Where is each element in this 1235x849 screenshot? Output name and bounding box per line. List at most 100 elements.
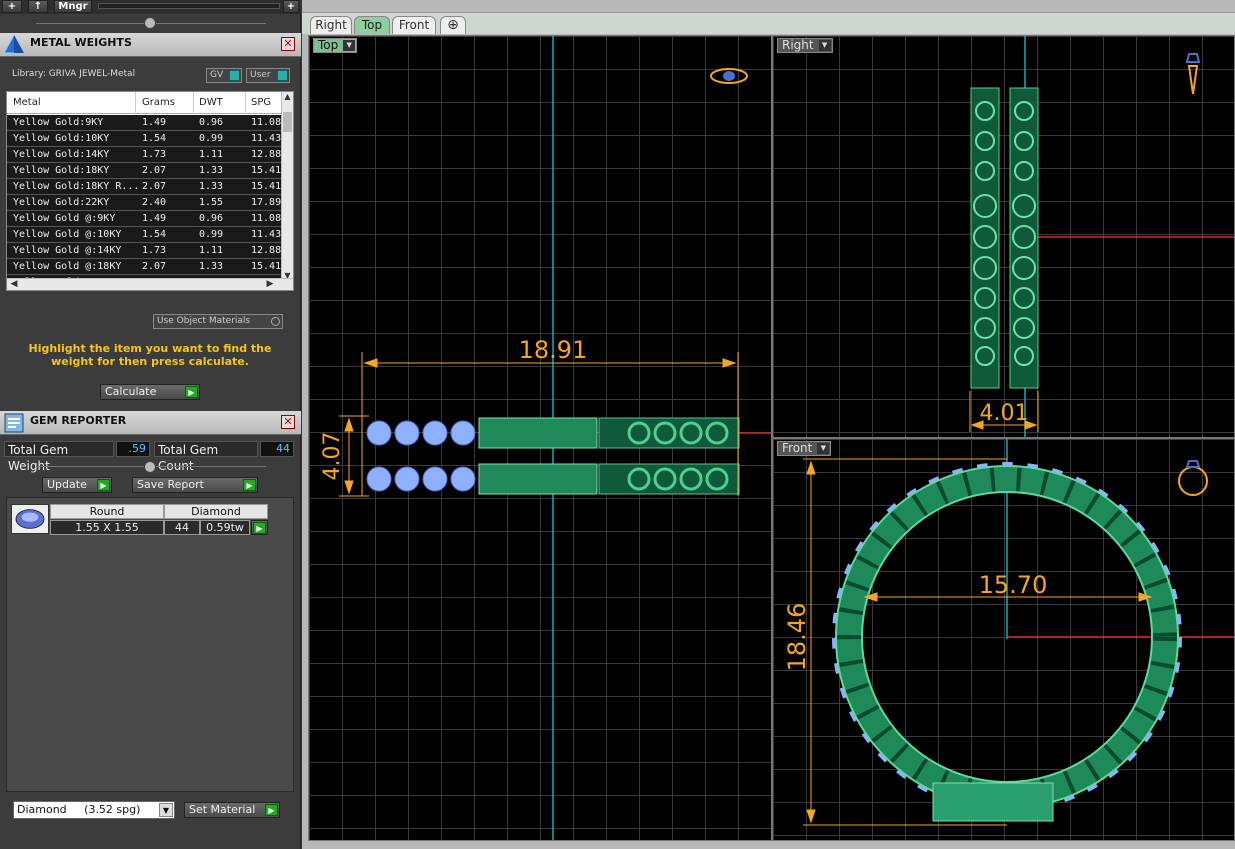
gem-count: 44 [164,520,200,535]
gem-thumbnail[interactable] [11,504,49,534]
gv-toggle[interactable]: GV [206,68,242,83]
table-cell: Yellow Gold:18KY R... [13,181,137,192]
tab-right[interactable]: Right [310,16,352,34]
metal-table-vscroll[interactable]: ▲ ▼ [281,92,293,281]
col-grams[interactable]: Grams [142,97,175,108]
close-icon[interactable]: ✕ [281,415,295,429]
front-gizmo-icon [1178,460,1208,496]
front-dim-height: 18.46 [783,603,811,672]
manager-button[interactable]: Mngr [54,0,92,13]
table-row[interactable]: Yellow Gold @:9KY 1.49 0.96 11.08 [7,211,285,227]
table-cell: 2.07 [142,165,167,176]
table-cell: Yellow Gold @:9KY [13,213,116,224]
gem-reporter-header: GEM REPORTER ✕ [0,411,301,435]
mini-toolbar: + ↑ Mngr + [0,0,301,14]
user-toggle-label: User [250,70,271,80]
total-gem-count-label: Total Gem Count [154,441,258,473]
col-spg[interactable]: SPG [251,97,271,108]
right-view-drawing: 4.01 [969,36,1234,437]
table-row[interactable]: Yellow Gold:10KY 1.54 0.99 11.43 [7,131,285,147]
table-row[interactable]: Yellow Gold:18KY 2.07 1.33 15.41 [7,163,285,179]
tab-front[interactable]: Front [392,16,436,34]
table-row[interactable]: Yellow Gold:22KY 2.40 1.55 17.89 [7,195,285,211]
calculate-button[interactable]: Calculate ▶ [100,384,200,400]
material-select[interactable]: Diamond (3.52 spg) ▼ [13,801,175,819]
gem-weight: 0.59tw [200,520,250,535]
gem-list: Round 1.55 X 1.55 Diamond 44 0.59tw ▶ [6,497,294,792]
table-cell: 11.43 [251,229,282,240]
table-cell: 1.54 [142,229,167,240]
table-cell: 1.54 [142,133,167,144]
user-toggle[interactable]: User [246,68,290,83]
table-cell: Yellow Gold:14KY [13,149,110,160]
table-cell: 0.99 [199,133,224,144]
pyramid-icon [3,34,25,54]
use-object-materials-option[interactable]: Use Object Materials [153,314,283,329]
table-cell: Yellow Gold:22KY [13,197,110,208]
table-cell: 15.41 [251,165,282,176]
tab-top[interactable]: Top [354,16,390,34]
set-material-label: Set Material [189,803,256,816]
table-cell: 11.08 [251,117,282,128]
gem-shape: Round [50,504,164,519]
table-cell: 1.49 [142,117,167,128]
table-cell: 0.99 [199,229,224,240]
splitter-knob-2[interactable] [144,461,156,473]
scroll-up-icon[interactable]: ▲ [283,92,292,102]
add-button-2[interactable]: + [283,0,299,13]
table-cell: Yellow Gold:9KY [13,117,104,128]
metal-table[interactable]: Metal Grams DWT SPG Yellow Gold:9KY 1.49 0… [6,91,294,291]
table-cell: 1.73 [142,245,167,256]
table-cell: 2.40 [142,197,167,208]
table-cell: 1.73 [142,149,167,160]
table-row[interactable]: Yellow Gold:14KY 1.73 1.11 12.88 [7,147,285,163]
scroll-right-icon[interactable]: ▶ [265,279,275,290]
play-icon: ▶ [243,479,256,491]
table-cell: Yellow Gold @:10KY [13,229,122,240]
table-row[interactable]: Yellow Gold @:18KY 2.07 1.33 15.41 [7,259,285,275]
table-cell: Yellow Gold @:14KY [13,245,122,256]
table-cell: 2.07 [142,261,167,272]
toolbar-slider[interactable] [98,3,280,9]
table-cell: 1.33 [199,181,224,192]
top-view-drawing: 18.91 4.07 [320,36,771,840]
table-cell: 12.88 [251,149,282,160]
metal-rows: Yellow Gold:9KY 1.49 0.96 11.08 Yellow Gold:… [7,115,285,290]
up-button[interactable]: ↑ [28,0,48,13]
save-report-button[interactable]: Save Report ▶ [132,477,258,493]
update-button[interactable]: Update ▶ [42,477,112,493]
table-row[interactable]: Yellow Gold:18KY R... 2.07 1.33 15.41 [7,179,285,195]
close-icon[interactable]: ✕ [281,37,295,51]
front-viewport[interactable]: Front ▼ 15.70 18.46 [772,438,1235,841]
scroll-left-icon[interactable]: ◀ [9,279,19,290]
set-material-button[interactable]: Set Material ▶ [184,802,280,818]
table-cell: 1.33 [199,261,224,272]
right-dim-width: 4.01 [980,401,1029,426]
radio-icon[interactable] [271,317,280,326]
total-gem-weight-value: .59 [116,441,150,457]
front-dim-inner: 15.70 [979,571,1048,599]
calculate-hint: Highlight the item you want to find the … [28,342,272,368]
right-viewport[interactable]: Right ▼ 4.01 [772,35,1235,438]
gem-row-go-button[interactable]: ▶ [251,520,268,535]
top-dim-height: 4.07 [320,432,345,481]
table-cell: 11.08 [251,213,282,224]
table-cell: Yellow Gold:18KY [13,165,110,176]
viewport-area: Right Top Front ⊕ Top ▼ 18.91 4.07 Right… [302,0,1235,849]
splitter-knob[interactable] [144,17,156,29]
table-row[interactable]: Yellow Gold @:10KY 1.54 0.99 11.43 [7,227,285,243]
table-cell: Yellow Gold:10KY [13,133,110,144]
col-metal[interactable]: Metal [13,97,41,108]
add-button[interactable]: + [2,0,22,13]
scroll-thumb[interactable] [283,112,292,132]
col-dwt[interactable]: DWT [199,97,223,108]
table-cell: 15.41 [251,181,282,192]
add-tab-icon[interactable]: ⊕ [440,16,466,34]
top-viewport[interactable]: Top ▼ 18.91 4.07 [308,35,772,841]
table-cell: 1.11 [199,245,224,256]
table-cell: 17.89 [251,197,282,208]
table-row[interactable]: Yellow Gold @:14KY 1.73 1.11 12.88 [7,243,285,259]
chevron-down-icon[interactable]: ▼ [159,803,173,817]
table-row[interactable]: Yellow Gold:9KY 1.49 0.96 11.08 [7,115,285,131]
metal-table-hscroll[interactable]: ◀ ▶ [7,278,293,290]
